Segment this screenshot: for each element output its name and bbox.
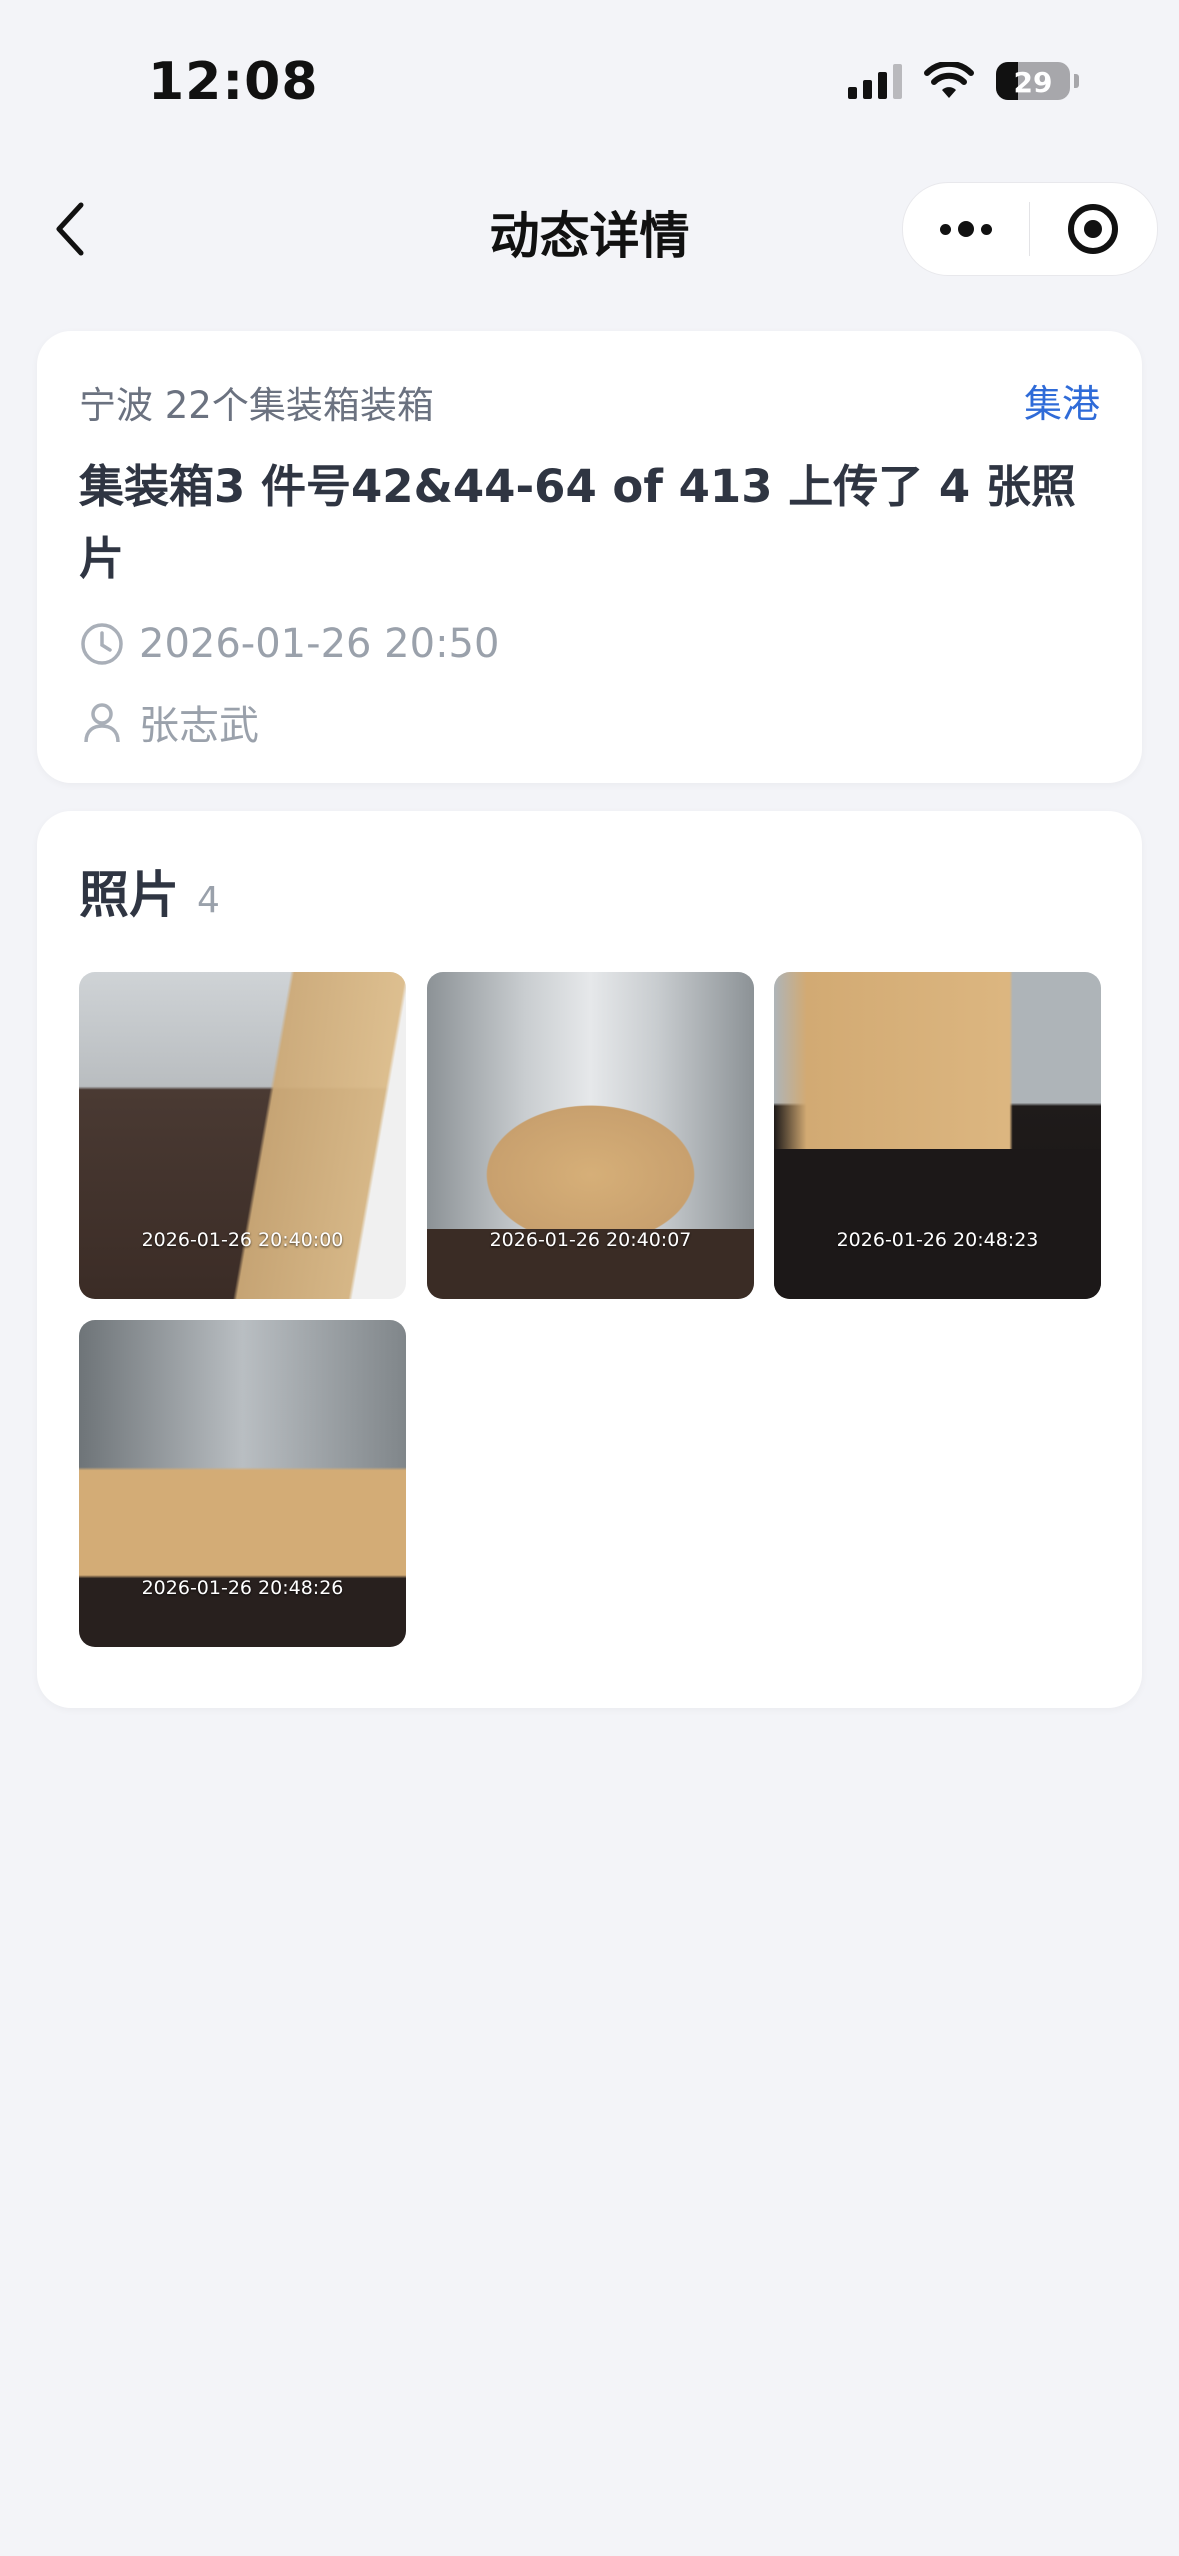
status-time: 12:08 <box>148 52 319 112</box>
event-tag: 集港 <box>1023 382 1100 426</box>
event-headline: 集装箱3 件号42&44-64 of 413 上传了 4 张照片 <box>79 460 1076 585</box>
battery-level: 29 <box>1013 66 1053 99</box>
close-program-button[interactable] <box>1030 183 1156 275</box>
navigation-bar: 动态详情 <box>0 170 1179 288</box>
more-button[interactable] <box>903 183 1029 275</box>
photo-timestamp: 2026-01-26 20:40:07 <box>489 1229 692 1251</box>
status-bar: 12:08 29 <box>0 0 1179 160</box>
event-datetime: 2026-01-26 20:50 <box>139 621 500 667</box>
battery-tip <box>1074 74 1079 88</box>
signal-icon <box>848 63 902 99</box>
photos-title: 照片 <box>79 866 179 924</box>
clock-icon <box>79 621 125 667</box>
photo-thumbnail[interactable]: 2026-01-26 20:40:07 <box>427 972 754 1299</box>
photo-thumbnail[interactable]: 2026-01-26 20:48:23 <box>774 972 1101 1299</box>
photo-timestamp: 2026-01-26 20:48:23 <box>836 1229 1039 1251</box>
event-time-row: 2026-01-26 20:50 <box>79 621 499 667</box>
photos-header: 照片 4 <box>79 855 220 927</box>
photo-thumbnail[interactable]: 2026-01-26 20:48:26 <box>79 1320 406 1647</box>
project-name: 宁波 22个集装箱装箱 <box>79 384 434 427</box>
record-icon <box>1068 204 1118 254</box>
status-icons: 29 <box>848 62 1079 100</box>
event-user-row: 张志武 <box>79 693 259 751</box>
event-card: 宁波 22个集装箱装箱 集港 集装箱3 件号42&44-64 of 413 上传… <box>37 331 1142 783</box>
photo-thumbnail[interactable]: 2026-01-26 20:40:00 <box>79 972 406 1299</box>
photos-card: 照片 4 2026-01-26 20:40:00 2026-01-26 20:4… <box>37 811 1142 1708</box>
battery-icon: 29 <box>996 62 1070 100</box>
event-user: 张志武 <box>139 703 259 749</box>
photos-count: 4 <box>197 880 220 921</box>
more-icon <box>940 221 992 237</box>
wifi-icon <box>924 62 974 98</box>
mini-program-capsule <box>902 182 1158 276</box>
photo-timestamp: 2026-01-26 20:40:00 <box>141 1229 344 1251</box>
user-icon <box>79 699 125 745</box>
photo-timestamp: 2026-01-26 20:48:26 <box>141 1577 344 1599</box>
